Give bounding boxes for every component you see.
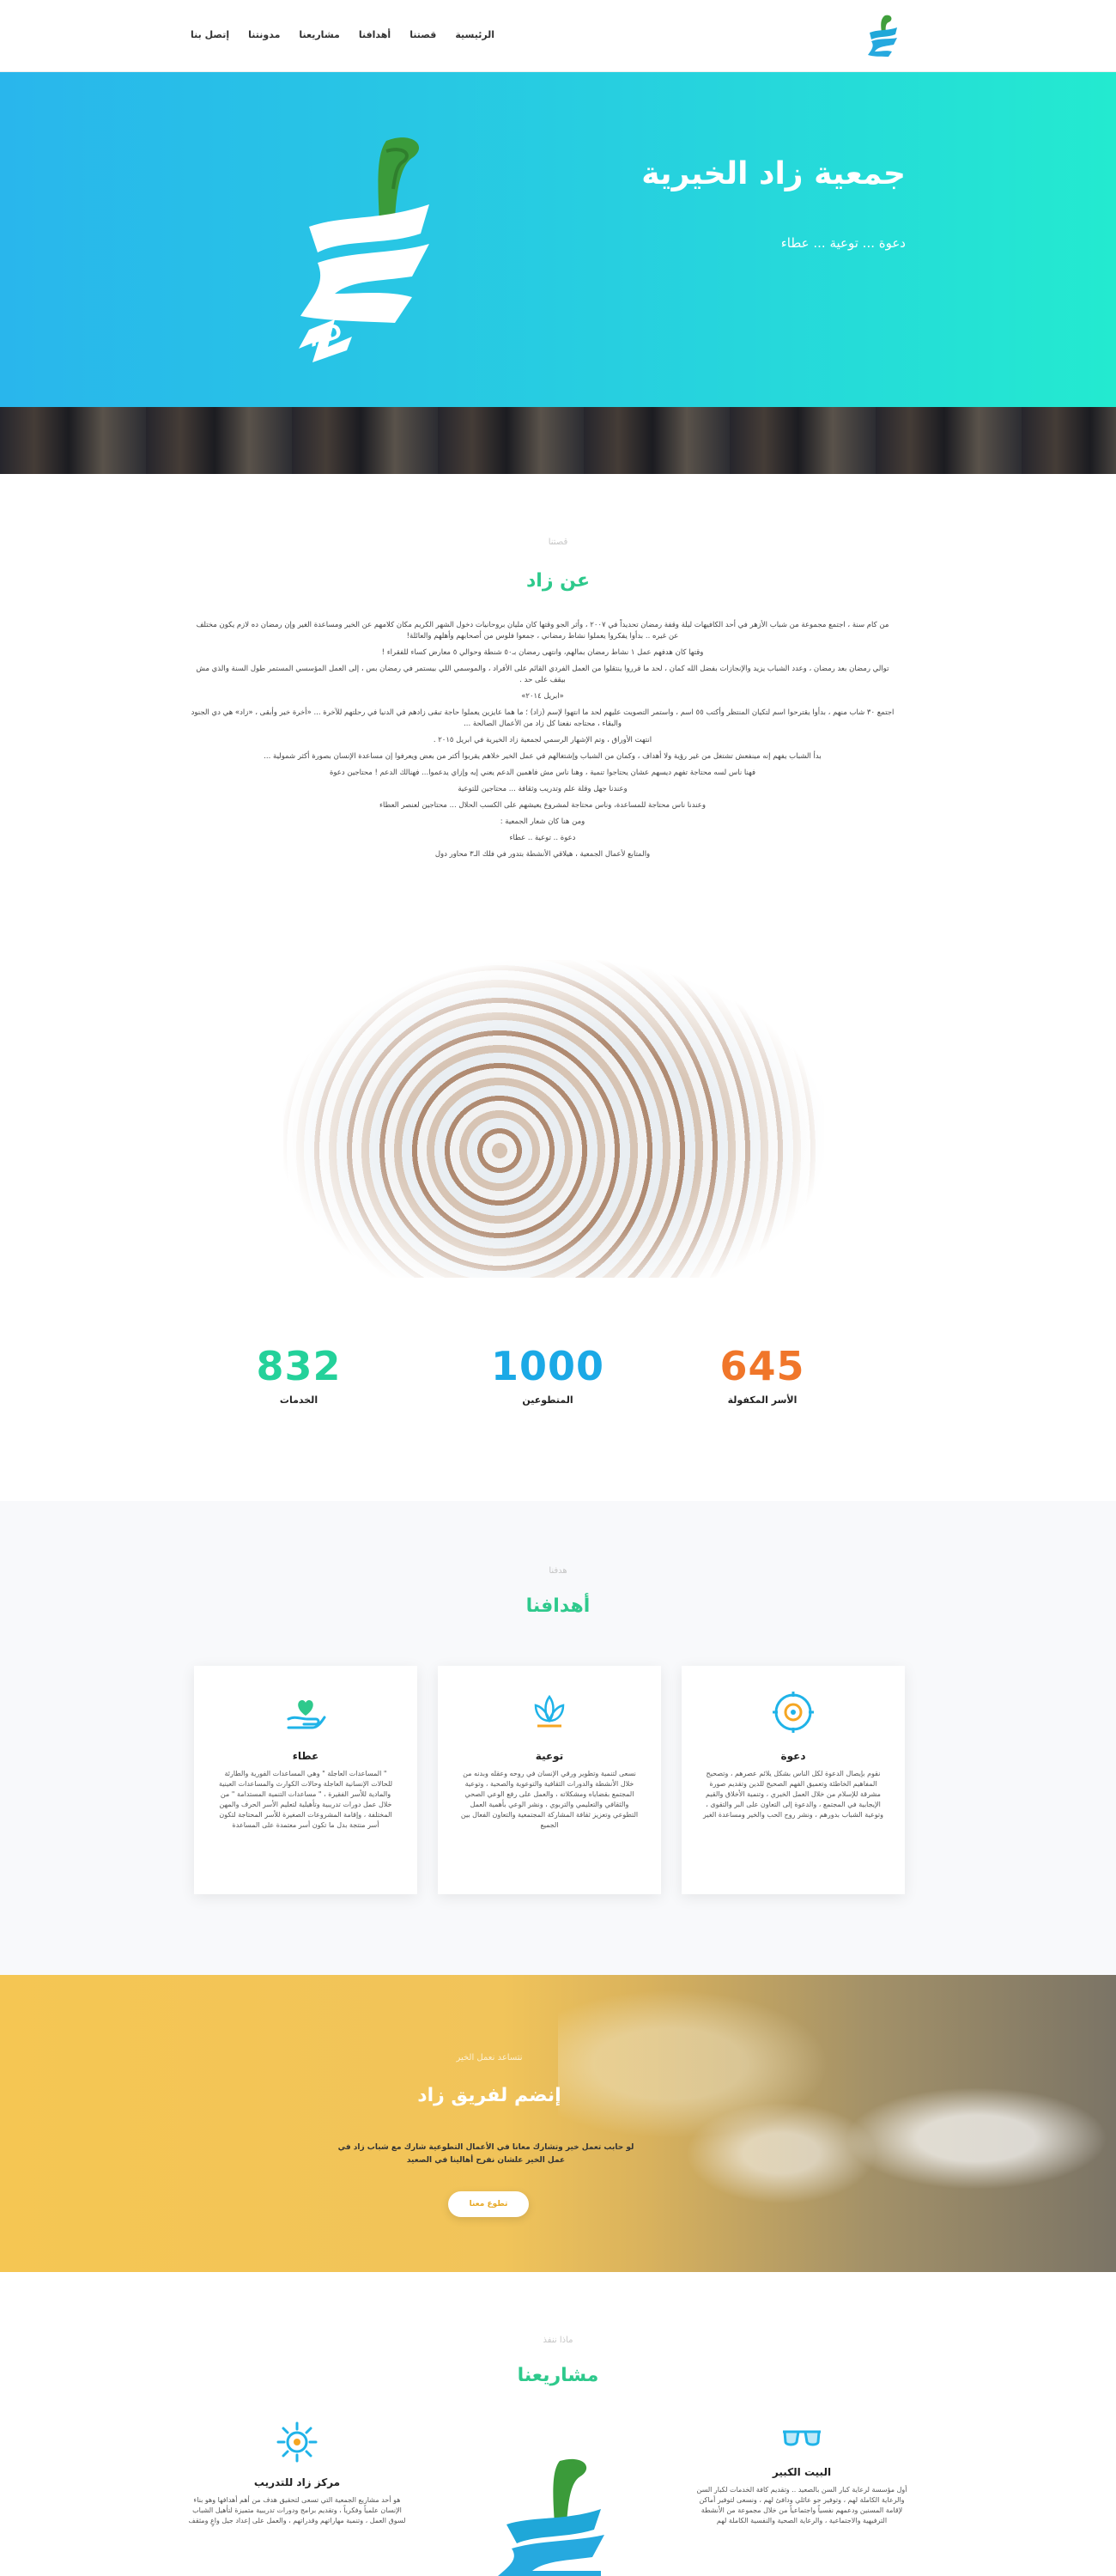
join-kicker: نتساعد نعمل الخير [456, 2053, 523, 2063]
about-paragraph: «ابريل ٢٠١٤» [521, 692, 564, 701]
goal-card-dawa: دعوة نقوم بإيصال الدعوة لكل الناس بشكل ي… [682, 1666, 905, 1894]
volunteers-group-photo [283, 960, 824, 1278]
goal-card-title: عطاء [292, 1750, 319, 1762]
about-paragraph: وقتها كان هدفهم عمل ١ نشاط رمضان بمالهم،… [381, 648, 704, 657]
goal-card-text: نقوم بإيصال الدعوة لكل الناس بشكل يلائم … [702, 1770, 883, 1819]
about-title: عن زاد [526, 570, 590, 592]
project-text: هو أحد مشاريع الجمعية التي تسعى لتحقيق ه… [188, 2496, 406, 2524]
join-text: لو حابب تعمل خير وتشارك معانا في الأعمال… [337, 2143, 634, 2165]
stat-label: المتطوعين [522, 1394, 573, 1406]
hero-title: جمعية زاد الخيرية [641, 156, 906, 191]
about-paragraph: فهنا ناس لسه محتاجة تفهم ديسهم عشان يحتا… [329, 769, 756, 777]
nav-projects[interactable]: مشاريعنا [299, 29, 339, 40]
goal-card-title: توعية [535, 1750, 564, 1762]
dharma-wheel-icon [773, 1692, 814, 1733]
project-big-house[interactable]: البيت الكبير أول مؤسسة لرعاية كبار السن … [690, 2420, 913, 2526]
about-text: من كام سنة ، اجتمع مجموعة من شباب الأزهر… [191, 620, 895, 866]
goals-kicker: هدفنا [549, 1566, 567, 1576]
group-photo-image [283, 960, 824, 1278]
hero-section: جمعية زاد الخيرية دعوة ... توعية ... عطا… [0, 72, 1116, 407]
hero-subtitle: دعوة ... توعية ... عطاء [780, 235, 906, 251]
glasses-icon [783, 2430, 821, 2446]
about-paragraph: وعندنا ناس محتاجة للمساعدة، وناس محتاجة … [379, 801, 706, 810]
goal-card-text: " المساعدات العاجلة " وهي المساعدات الفو… [218, 1770, 393, 1829]
projects-kicker: ماذا ننفذ [543, 2336, 573, 2345]
goal-card-title: دعوة [780, 1750, 806, 1762]
about-kicker: قصتنا [548, 538, 568, 547]
nav-home[interactable]: الرئيسية [455, 29, 494, 40]
volunteer-button[interactable]: تطوع معنا [448, 2191, 529, 2217]
giving-hand-icon [287, 1700, 326, 1729]
stat-value: 1000 [490, 1343, 605, 1389]
goal-card-tawia: توعية نسعى لتنمية وتطوير ورقي الإنسان في… [438, 1666, 661, 1894]
join-title: إنضم لفريق زاد [417, 2085, 561, 2106]
zad-hero-logo: AD [299, 137, 429, 362]
nav-goals[interactable]: أهدافنا [359, 29, 391, 40]
nav-story[interactable]: قصتنا [409, 29, 436, 40]
about-paragraph: ومن هنا كان شعار الجمعية : [500, 817, 585, 826]
projects-title: مشاريعنا [517, 2365, 599, 2386]
project-title: البيت الكبير [772, 2466, 832, 2478]
stat-families: 645 الأسر المكفولة [694, 1343, 831, 1406]
goals-title: أهدافنا [525, 1595, 591, 1617]
about-paragraph: بدأ الشباب يفهم إنه مينفعش تشتغل من غير … [264, 752, 822, 761]
lotus-icon [534, 1694, 565, 1728]
stat-label: الأسر المكفولة [727, 1394, 798, 1406]
about-paragraph: من كام سنة ، اجتمع مجموعة من شباب الأزهر… [196, 621, 889, 641]
sun-gear-icon [276, 2421, 318, 2463]
zad-logo[interactable] [863, 12, 902, 64]
stat-label: الخدمات [279, 1394, 318, 1406]
join-section [0, 1975, 1116, 2272]
top-navbar: الرئيسية قصتنا أهدافنا مشاريعنا مدونتنا … [0, 0, 1116, 72]
project-training-center[interactable]: مركز زاد للتدريب هو أحد مشاريع الجمعية ا… [185, 2420, 409, 2526]
stat-value: 645 [719, 1343, 805, 1389]
project-text: أول مؤسسة لرعاية كبار السن بالصعيد .. وت… [696, 2486, 907, 2524]
goal-card-text: نسعى لتنمية وتطوير ورقي الإنسان في روحه … [460, 1770, 639, 1829]
about-paragraph: انتهت الأوراق ، وتم الإشهار الرسمي لجمعي… [433, 736, 652, 744]
stat-services: 832 الخدمات [230, 1343, 367, 1406]
main-nav: الرئيسية قصتنا أهدافنا مشاريعنا مدونتنا … [191, 29, 494, 40]
about-paragraph: والمتابع لأعمال الجمعية ، هيلاقي الأنشطة… [434, 850, 651, 859]
nav-contact[interactable]: إتصل بنا [191, 29, 229, 40]
stat-volunteers: 1000 المتطوعين [479, 1343, 616, 1406]
project-title: مركز زاد للتدريب [253, 2476, 341, 2488]
about-paragraph: توالي رمضان بعد رمضان ، وعدد الشباب يزيد… [196, 665, 889, 684]
about-paragraph: وعندنا جهل وقلة علم وتدريب وثقافة ... مح… [458, 785, 628, 793]
volunteers-photo-strip [0, 407, 1116, 474]
nav-blog[interactable]: مدونتنا [248, 29, 280, 40]
about-paragraph: اجتمع ٣٠ شاب منهم ، بدأوا يقترحوا اسم لت… [191, 708, 895, 728]
about-paragraph: دعوة .. توعية .. عطاء [509, 834, 576, 842]
stat-value: 832 [256, 1343, 342, 1389]
goal-card-ataa: عطاء " المساعدات العاجلة " وهي المساعدات… [194, 1666, 417, 1894]
zad-logo-large [498, 2458, 604, 2576]
volunteers-back-photo [558, 1975, 1116, 2272]
